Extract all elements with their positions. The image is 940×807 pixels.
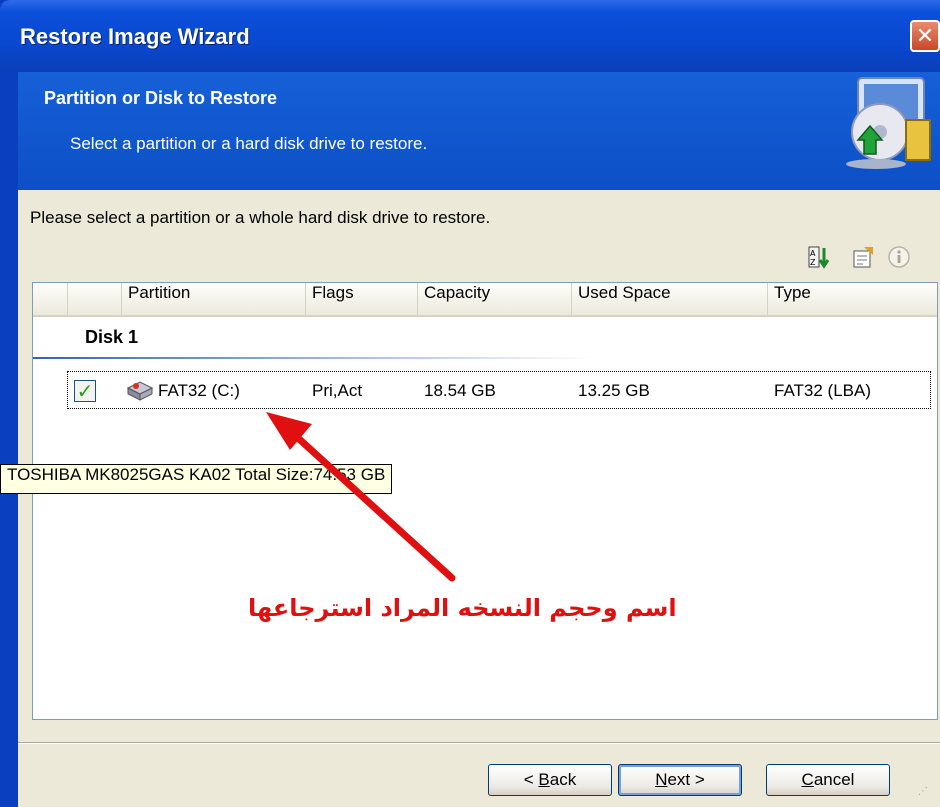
svg-text:Z: Z: [810, 258, 816, 267]
partition-list[interactable]: Partition Flags Capacity Used Space Type…: [32, 282, 938, 720]
next-button-label: ext >: [667, 770, 705, 789]
column-header-spacer[interactable]: [67, 283, 121, 317]
page-title: Partition or Disk to Restore: [44, 88, 278, 108]
annotation-text: اسم وحجم النسخه المراد استرجاعها: [248, 594, 677, 622]
cancel-button-label: ancel: [813, 770, 855, 789]
cancel-button[interactable]: Cancel: [766, 764, 890, 796]
checkmark-icon: ✓: [76, 379, 94, 403]
sort-icon[interactable]: A Z: [806, 244, 832, 270]
resize-grip-icon[interactable]: ⋰: [918, 786, 938, 804]
properties-icon[interactable]: [850, 244, 876, 270]
column-header-used-space[interactable]: Used Space: [571, 283, 767, 317]
restore-wizard-icon: [846, 77, 931, 169]
table-row[interactable]: ✓ FAT32 (C:) Pri,Act 18.54 GB 13.25 GB F…: [67, 371, 931, 409]
cancel-button-accel: C: [801, 770, 814, 789]
column-header-flags[interactable]: Flags: [305, 283, 417, 317]
wizard-body: Please select a partition or a whole har…: [12, 190, 940, 807]
back-button-accel: B: [538, 770, 550, 789]
next-button[interactable]: Next >: [618, 764, 742, 796]
disk-group-label: Disk 1: [85, 327, 139, 347]
partition-type: FAT32 (LBA): [774, 381, 871, 400]
partition-capacity: 18.54 GB: [424, 381, 496, 400]
list-header: Partition Flags Capacity Used Space Type: [33, 283, 937, 317]
instruction-text: Please select a partition or a whole har…: [30, 208, 491, 227]
column-header-blank[interactable]: [33, 283, 67, 317]
page-subtitle: Select a partition or a hard disk drive …: [70, 134, 428, 153]
column-header-type[interactable]: Type: [767, 283, 937, 317]
back-button-label: ack: [549, 770, 577, 789]
partition-flags: Pri,Act: [312, 381, 363, 400]
group-divider: [33, 357, 593, 359]
close-button[interactable]: ✕: [910, 20, 940, 52]
partition-checkbox[interactable]: ✓: [74, 380, 96, 402]
info-icon[interactable]: [886, 244, 912, 270]
back-button[interactable]: < Back: [488, 764, 612, 796]
column-header-capacity[interactable]: Capacity: [417, 283, 571, 317]
partition-name: FAT32 (C:): [158, 381, 240, 400]
hard-drive-icon: [126, 381, 154, 401]
title-bar[interactable]: Restore Image Wizard ✕: [0, 0, 940, 72]
back-button-prefix: <: [523, 770, 539, 789]
button-separator: [18, 742, 940, 744]
window-title: Restore Image Wizard: [20, 24, 250, 49]
wizard-window: Restore Image Wizard ✕ Partition or Disk…: [0, 0, 940, 807]
column-header-partition[interactable]: Partition: [121, 283, 305, 317]
close-icon: ✕: [915, 23, 935, 49]
next-button-accel: N: [655, 770, 668, 789]
svg-text:A: A: [810, 249, 816, 258]
disk-tooltip: TOSHIBA MK8025GAS KA02 Total Size:74.53 …: [0, 464, 393, 494]
partition-used-space: 13.25 GB: [578, 381, 650, 400]
wizard-header: Partition or Disk to Restore Select a pa…: [12, 72, 940, 190]
